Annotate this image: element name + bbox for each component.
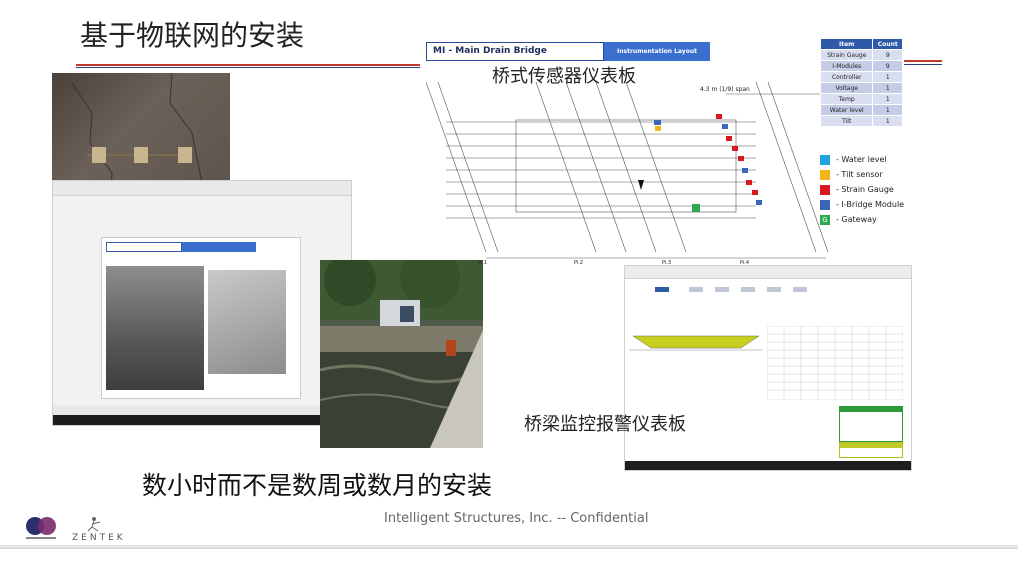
title-rule-red [76,64,420,66]
zentek-figure-icon [87,517,101,532]
taskbar [53,415,351,425]
table-row: Water level 1 [819,104,903,116]
embedded-slide [101,237,301,399]
taskbar [625,461,911,470]
table-header-item: Item [819,38,874,50]
table-row: Tilt 1 [819,115,903,127]
legend-item-water-level: - Water level [820,152,930,167]
table-cell-item: Temp [819,93,874,105]
table-cell-count: 1 [872,82,903,94]
table-cell-item: Controller [819,71,874,83]
ibridge-module-swatch-icon [820,199,830,210]
dashboard-tab [793,287,807,292]
alarm-caption: 桥梁监控报警仪表板 [524,414,686,435]
green-status-panel [839,406,903,442]
sensor-count-table: Item Count Strain Gauge 9 I-Modules 9 Cont… [819,38,903,127]
table-cell-count: 9 [872,49,903,61]
alarm-status-grid [767,326,903,400]
legend-item-gateway: G - Gateway [820,212,930,227]
tilt-sensor-swatch-icon [820,169,830,180]
embedded-slide-header [106,242,256,252]
embedded-header-sub [182,242,256,252]
strain-gauge-swatch-icon [820,184,830,195]
embedded-header-title [106,242,182,252]
alarm-dashboard-screenshot [624,265,912,471]
pier-label-1: Pi.1 [478,260,487,266]
yellow-status-panel [839,442,903,458]
table-cell-item: Tilt [819,115,874,127]
table-cell-count: 1 [872,93,903,105]
table-cell-item: Strain Gauge [819,49,874,61]
right-rule-navy [904,64,942,65]
stream-photo-drawing [320,260,483,448]
legend-label: - Strain Gauge [836,185,894,194]
dashboard-tab [655,287,669,292]
zentek-wordmark: ZENTEK [72,533,126,543]
table-cell-count: 9 [872,60,903,72]
bridge-layout-subtitle: Instrumentation Layout [604,42,710,61]
legend-item-tilt-sensor: - Tilt sensor [820,167,930,182]
dashboard-tab [715,287,729,292]
right-rule-red [904,60,942,62]
dashboard-tab [767,287,781,292]
intelligent-structures-logo [26,517,56,539]
span-label: 4.3 m (1/9) span [700,86,750,93]
title-rule-navy [76,67,420,68]
bridge-deck-diagram [629,335,763,351]
bridge-plan-drawing: 4.3 m (1/9) span Pi.1 Pi.2 Pi.3 Pi.4 [426,82,831,266]
status-bar [53,405,351,415]
table-cell-item: Voltage [819,82,874,94]
sensor-box-photo [208,270,286,374]
install-headline: 数小时而不是数周或数月的安装 [142,471,493,500]
dashboard-tab [689,287,703,292]
table-row: Voltage 1 [819,82,903,94]
stream-photo [320,260,483,448]
legend-label: - Tilt sensor [836,170,883,179]
legend-item-strain-gauge: - Strain Gauge [820,182,930,197]
gateway-swatch-icon: G [820,214,830,225]
browser-chrome [53,181,351,196]
table-cell-item: Water level [819,104,874,116]
browser-chrome [625,266,911,279]
water-level-swatch-icon [820,154,830,165]
legend-item-ibridge-module: - I-Bridge Module [820,197,930,212]
zentek-logo: ZENTEK [72,515,126,543]
table-row: Controller 1 [819,71,903,83]
dashboard-nav [625,284,911,296]
table-header-count: Count [872,38,903,50]
table-cell-count: 1 [872,115,903,127]
sensor-legend: - Water level - Tilt sensor - Strain Gau… [820,152,930,227]
install-screenshot [52,180,352,426]
bridge-layout-header: MI - Main Drain Bridge Instrumentation L… [426,42,710,61]
table-row: Strain Gauge 9 [819,49,903,61]
next-slide-strip [0,548,1018,572]
footer-confidential: Intelligent Structures, Inc. -- Confiden… [384,511,649,526]
pier-label-2: Pi.2 [574,260,583,266]
table-row: I-Modules 9 [819,60,903,72]
table-cell-count: 1 [872,104,903,116]
table-row: Temp 1 [819,93,903,105]
dashboard-tab [741,287,755,292]
legend-label: - Gateway [836,215,877,224]
bridge-layout-title: MI - Main Drain Bridge [426,42,604,61]
slide: 基于物联网的安装 MI - Main Drain Bridge Instrume… [0,0,1018,545]
table-cell-count: 1 [872,71,903,83]
beam-photo [106,266,204,390]
legend-label: - Water level [836,155,887,164]
table-cell-item: I-Modules [819,60,874,72]
legend-label: - I-Bridge Module [836,200,905,209]
slide-title: 基于物联网的安装 [80,19,305,52]
